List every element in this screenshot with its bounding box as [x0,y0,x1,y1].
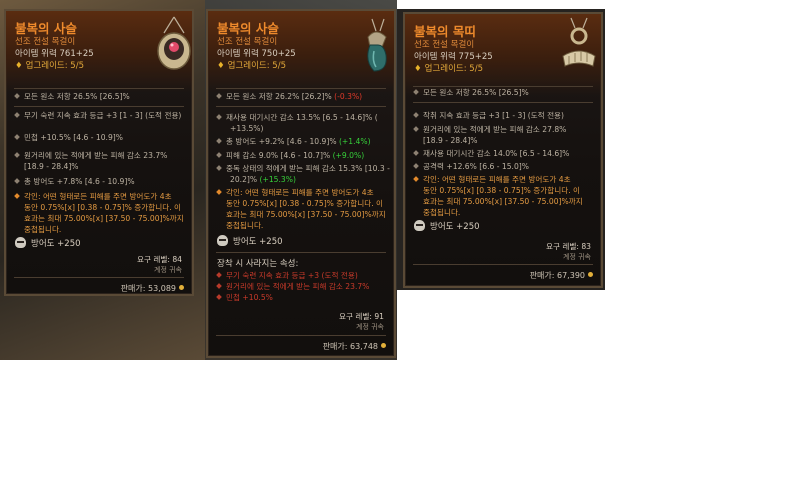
required-level: 요구 레벨: 84 [137,255,182,264]
legendary-aspect: 동안 0.75%[x] [0.38 - 0.75]% 증가합니다. 이 [423,186,581,195]
item-power: 아이템 위력 750+25 [217,49,296,59]
required-level: 요구 레벨: 91 [339,312,384,321]
affix-line: 원거리에 있는 적에게 받는 피해 감소 23.7% [14,150,167,161]
armor-value: 방어도 +250 [414,220,480,232]
affix-line-range: [18.9 - 28.4]% [423,136,478,145]
lost-affix: 무기 숙련 지속 효과 등급 +3 (도적 전용) [216,270,358,281]
legendary-aspect: 중첩됩니다. [226,221,264,230]
affix-line: 원거리에 있는 적에게 받는 피해 감소 27.8% [413,124,566,135]
item-tooltip-1: 불복의 사슬 선조 전설 목걸이 아이템 위력 761+25 ♦ 업그레이드: 5… [4,9,194,296]
affix-line: 총 방어도 +9.2% [4.6 - 10.9]% (+1.4%) [216,136,371,147]
armor-value: 방어도 +250 [217,235,283,247]
item-power: 아이템 위력 775+25 [414,52,493,62]
base-affix: 모든 원소 저항 26.5% [26.5]% [14,91,130,102]
account-bound: 계정 귀속 [154,266,182,274]
skull-icon [15,237,26,248]
lost-affix: 민첩 +10.5% [216,292,273,303]
divider [216,88,386,89]
item-rarity: 선조 전설 목걸이 [217,37,278,47]
upgrade-star-icon: ♦ [414,64,422,74]
amulet-blue-gem-icon [367,18,387,72]
affix-delta: +13.5%) [230,124,264,133]
item-rarity: 선조 전설 목걸이 [414,40,475,50]
legendary-aspect: 효과는 최대 75.00%[x] [37.50 - 75.00]%까지 [24,214,184,223]
amulet-red-gem-icon [157,16,191,70]
legendary-aspect: 중첩됩니다. [24,225,62,234]
amulet-ring-icon [562,17,596,67]
legendary-aspect: 각인: 어떤 형태로든 피해를 주면 방어도가 4초 [413,174,571,185]
affix-line: 피해 감소 9.0% [4.6 - 10.7]% (+9.0%) [216,150,364,161]
legendary-aspect: 동안 0.75%[x] [0.38 - 0.75]% 증가합니다. 이 [226,199,384,208]
gold-coin-icon [588,272,593,277]
upgrade-status: ♦ 업그레이드: 5/5 [217,61,286,71]
legendary-aspect: 각인: 어떤 형태로든 피해를 주면 방어도가 4초 [216,187,374,198]
affix-line: 작취 지속 효과 등급 +3 [1 - 3] (도적 전용) [413,110,564,121]
gold-coin-icon [381,343,386,348]
base-affix: 모든 원소 저항 26.5% [26.5]% [413,87,529,98]
divider [413,102,593,103]
divider [216,106,386,107]
legendary-aspect: 중첩됩니다. [423,208,461,217]
base-affix: 모든 원소 저항 26.2% [26.2]% (-0.3%) [216,91,362,102]
affix-line-range: [18.9 - 28.4]% [24,162,79,171]
affix-line: 중독 상태의 적에게 받는 피해 감소 15.3% [10.3 - [216,163,390,174]
account-bound: 계정 귀속 [563,253,591,261]
legendary-aspect: 효과는 최대 75.00%[x] [37.50 - 75.00]%까지 [423,197,583,206]
skull-icon [414,220,425,231]
upgrade-status: ♦ 업그레이드: 5/5 [414,64,483,74]
affix-line: 총 방어도 +7.8% [4.6 - 10.9]% [14,176,135,187]
sell-price: 판매가: 67,390 [530,270,593,281]
sell-price: 판매가: 53,089 [121,283,184,294]
divider [14,88,184,89]
affix-line: 민첩 +10.5% [4.6 - 10.9]% [14,132,123,143]
skull-icon [217,235,228,246]
account-bound: 계정 귀속 [356,323,384,331]
divider [216,252,386,253]
item-tooltip-3: 불복의 목띠 선조 전설 목걸이 아이템 위력 775+25 ♦ 업그레이드: 5… [403,12,603,288]
item-tooltip-2: 불복의 사슬 선조 전설 목걸이 아이템 위력 750+25 ♦ 업그레이드: 5… [206,9,396,358]
required-level: 요구 레벨: 83 [546,242,591,251]
item-rarity: 선조 전설 목걸이 [15,37,76,47]
affix-line-range: 20.2]% (+15.3%) [230,175,296,184]
lost-on-equip-title: 장착 시 사라지는 속성: [217,259,299,269]
sell-price: 판매가: 63,748 [323,341,386,352]
divider [216,335,386,336]
divider [14,106,184,107]
divider [14,277,184,278]
gold-coin-icon [179,285,184,290]
affix-line: 재사용 대기시간 감소 14.0% [6.5 - 14.6]% [413,148,569,159]
legendary-aspect: 각인: 어떤 형태로든 피해를 주면 방어도가 4초 [14,191,172,202]
upgrade-star-icon: ♦ [217,61,225,71]
lost-affix: 원거리에 있는 적에게 받는 피해 감소 23.7% [216,281,369,292]
armor-value: 방어도 +250 [15,237,81,249]
affix-line: 공격력 +12.6% [6.6 - 15.0]% [413,161,529,172]
upgrade-star-icon: ♦ [15,61,23,71]
divider [413,264,593,265]
upgrade-status: ♦ 업그레이드: 5/5 [15,61,84,71]
item-power: 아이템 위력 761+25 [15,49,94,59]
affix-line: 무기 숙련 지속 효과 등급 +3 [1 - 3] (도적 전용) [14,110,181,121]
legendary-aspect: 효과는 최대 75.00%[x] [37.50 - 75.00]%까지 [226,210,386,219]
affix-line: 재사용 대기시간 감소 13.5% [6.5 - 14.6]% ( [216,112,378,123]
legendary-aspect: 동안 0.75%[x] [0.38 - 0.75]% 증가합니다. 이 [24,203,182,212]
